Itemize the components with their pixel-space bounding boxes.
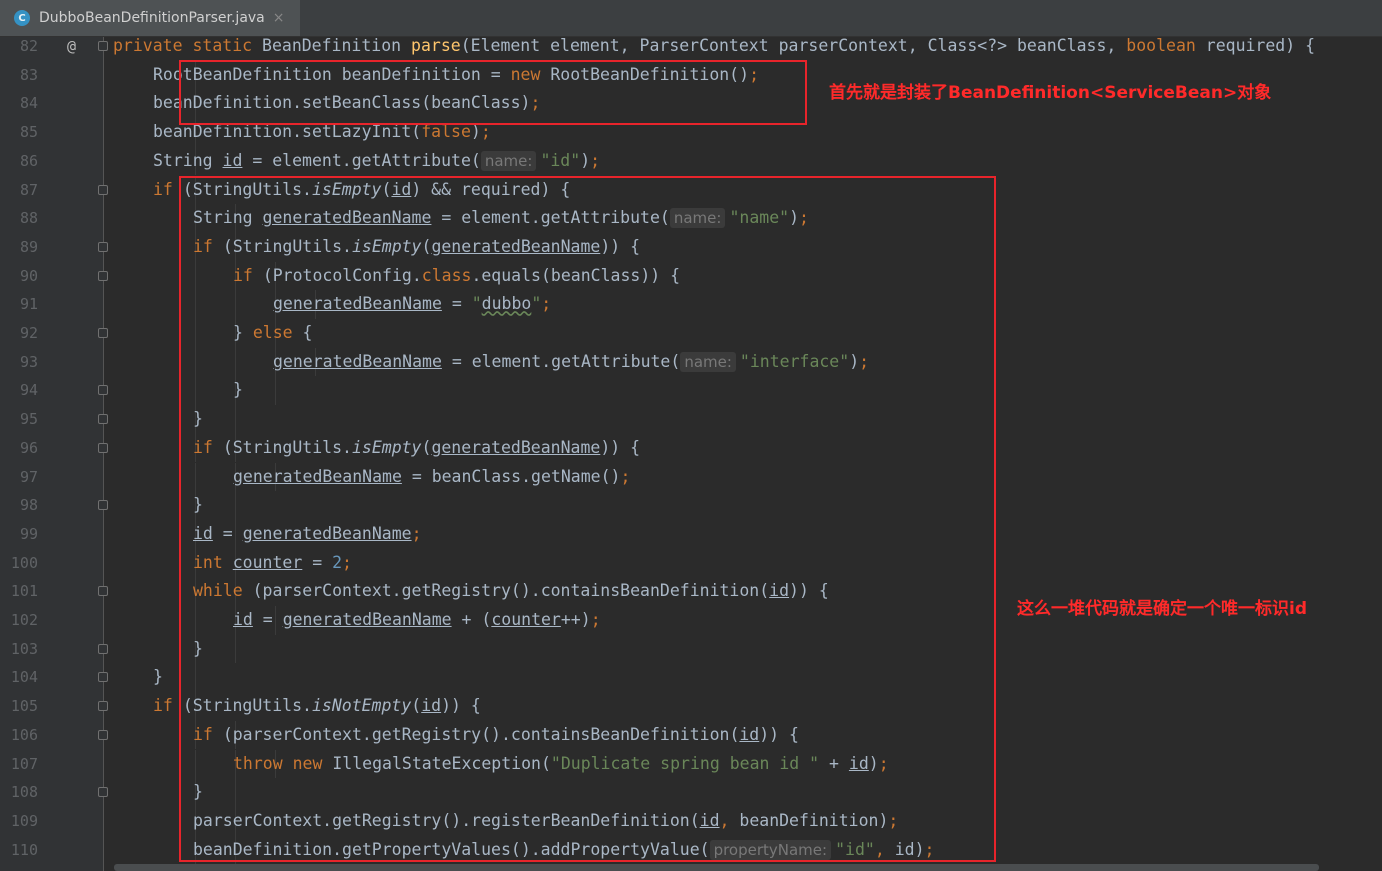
fold-toggle-icon[interactable] (98, 672, 108, 683)
line-number: 95 (19, 410, 38, 429)
line-number: 98 (19, 496, 38, 515)
fold-toggle-icon[interactable] (98, 787, 108, 798)
parameter-hint: name: (480, 150, 537, 171)
override-marker-icon[interactable]: @ (67, 32, 76, 61)
fold-toggle-icon[interactable] (98, 442, 108, 453)
highlight-box-unique-id (179, 176, 996, 862)
code-token: private static (113, 36, 263, 55)
code-token: (Element element, ParserContext parserCo… (460, 36, 1127, 55)
line-number: 103 (10, 639, 38, 658)
code-text: private static BeanDefinition parse(Elem… (113, 32, 1315, 61)
line-number: 91 (19, 295, 38, 314)
code-token: } (153, 667, 163, 687)
line-number: 88 (19, 209, 38, 228)
code-token: ; (590, 150, 601, 170)
annotation-unique-id: 这么一堆代码就是确定一个唯一标识id (1017, 599, 1307, 619)
code-token: = element.getAttribute( (242, 150, 481, 170)
code-token: required) { (1205, 36, 1316, 55)
fold-toggle-icon[interactable] (98, 270, 108, 281)
line-number: 108 (10, 783, 38, 802)
tab-dubbo-bean-definition-parser[interactable]: C DubboBeanDefinitionParser.java × (0, 0, 300, 36)
fold-toggle-icon[interactable] (98, 586, 108, 597)
line-number: 102 (10, 611, 38, 629)
java-class-icon: C (14, 10, 30, 26)
line-number: 92 (19, 324, 38, 342)
code-token: "id" (540, 150, 581, 170)
fold-toggle-icon[interactable] (98, 385, 108, 396)
fold-toggle-icon[interactable] (98, 643, 108, 654)
fold-toggle-icon[interactable] (98, 701, 108, 712)
code-token: parse (411, 36, 461, 55)
fold-toggle-icon[interactable] (98, 500, 108, 511)
close-icon[interactable]: × (273, 10, 285, 26)
line-number: 100 (10, 553, 38, 572)
line-number: 83 (19, 65, 38, 84)
line-number: 109 (10, 811, 38, 830)
line-number: 107 (10, 754, 38, 773)
line-number: 94 (19, 381, 38, 400)
fold-toggle-icon[interactable] (98, 41, 108, 51)
line-number: 104 (10, 668, 38, 687)
code-token: ) (580, 150, 591, 170)
fold-toggle-icon[interactable] (98, 414, 108, 425)
annotation-bean-definition: 首先就是封装了BeanDefinition<ServiceBean>对象 (829, 83, 1272, 103)
code-text: String id = element.getAttribute(name: "i… (153, 147, 600, 176)
line-number: 85 (19, 123, 38, 142)
line-number: 84 (19, 94, 38, 113)
horizontal-scrollbar[interactable] (114, 864, 1319, 871)
line-number: 101 (10, 582, 38, 601)
line-number: 99 (19, 524, 38, 543)
line-number: 105 (10, 697, 38, 716)
code-text: } (153, 663, 163, 692)
line-number: 106 (10, 725, 38, 744)
code-line[interactable]: 82 @ private static BeanDefinition parse(E… (0, 32, 1382, 61)
fold-toggle-icon[interactable] (98, 241, 108, 252)
code-line[interactable]: 86 String id = element.getAttribute(name:… (0, 146, 1382, 176)
line-number: 110 (10, 840, 38, 859)
highlight-box-bean-definition (179, 60, 807, 125)
code-token: BeanDefinition (262, 36, 412, 55)
line-number: 93 (19, 352, 38, 371)
line-number: 86 (19, 151, 38, 170)
code-token: String (153, 150, 223, 170)
tab-label: DubboBeanDefinitionParser.java (39, 10, 265, 26)
code-token: boolean (1126, 36, 1206, 55)
line-number: 82 (19, 37, 38, 55)
line-number: 89 (19, 237, 38, 256)
fold-toggle-icon[interactable] (98, 184, 108, 195)
code-token: id (222, 150, 243, 170)
fold-toggle-icon[interactable] (98, 328, 108, 338)
line-number: 96 (19, 438, 38, 457)
line-number: 90 (19, 266, 38, 285)
fold-toggle-icon[interactable] (98, 729, 108, 740)
line-number: 87 (19, 180, 38, 199)
line-number: 97 (19, 467, 38, 486)
